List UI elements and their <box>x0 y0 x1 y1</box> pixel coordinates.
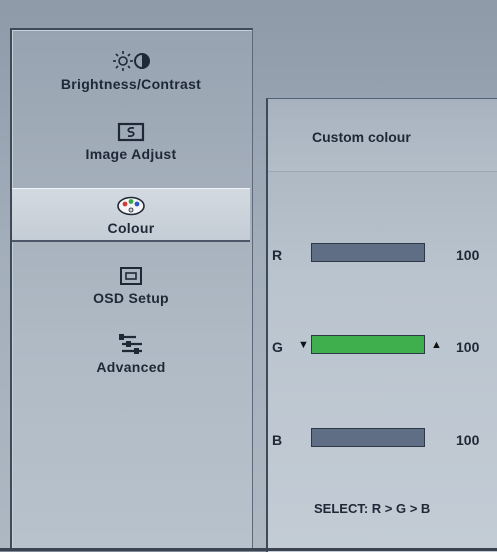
osd-setup-icon <box>120 267 142 285</box>
channel-label-b: B <box>272 432 283 448</box>
menu-item-label: Brightness/Contrast <box>60 76 202 92</box>
blue-value: 100 <box>456 432 480 448</box>
blue-slider-fill <box>312 429 424 446</box>
green-value: 100 <box>456 339 480 355</box>
increase-arrow-icon[interactable]: ▲ <box>431 339 442 351</box>
channel-label-g: G <box>272 339 283 355</box>
osd-main-menu: Brightness/Contrast Image Adjust Colour <box>10 28 253 550</box>
select-hint: SELECT: R > G > B <box>314 501 431 516</box>
menu-item-label: Advanced <box>96 359 166 375</box>
submenu-header: Custom colour <box>268 99 497 172</box>
monitor-osd-screen: Brightness/Contrast Image Adjust Colour <box>0 0 497 552</box>
red-slider-fill <box>312 244 424 261</box>
red-value: 100 <box>456 247 480 263</box>
menu-item-image-adjust[interactable]: Image Adjust <box>12 122 250 162</box>
menu-item-label: Colour <box>107 220 155 236</box>
submenu-title: Custom colour <box>312 129 411 145</box>
image-adjust-icon <box>117 122 145 142</box>
green-slider[interactable] <box>311 335 425 354</box>
blue-slider[interactable] <box>311 428 425 447</box>
advanced-settings-icon <box>119 334 142 354</box>
menu-item-osd-setup[interactable]: OSD Setup <box>12 266 250 306</box>
channel-label-r: R <box>272 247 283 263</box>
green-slider-fill <box>312 336 424 353</box>
menu-item-brightness-contrast[interactable]: Brightness/Contrast <box>12 50 250 92</box>
brightness-contrast-icon <box>113 51 150 71</box>
palette-icon <box>117 196 145 216</box>
menu-item-advanced[interactable]: Advanced <box>12 333 250 375</box>
menu-item-label: OSD Setup <box>93 290 169 306</box>
red-slider[interactable] <box>311 243 425 262</box>
menu-item-colour[interactable]: Colour <box>12 188 250 242</box>
colour-submenu: Custom colour R 100 G ▼ ▲ 100 B 100 SELE… <box>266 98 497 552</box>
menu-item-label: Image Adjust <box>85 146 177 162</box>
decrease-arrow-icon[interactable]: ▼ <box>298 339 309 351</box>
